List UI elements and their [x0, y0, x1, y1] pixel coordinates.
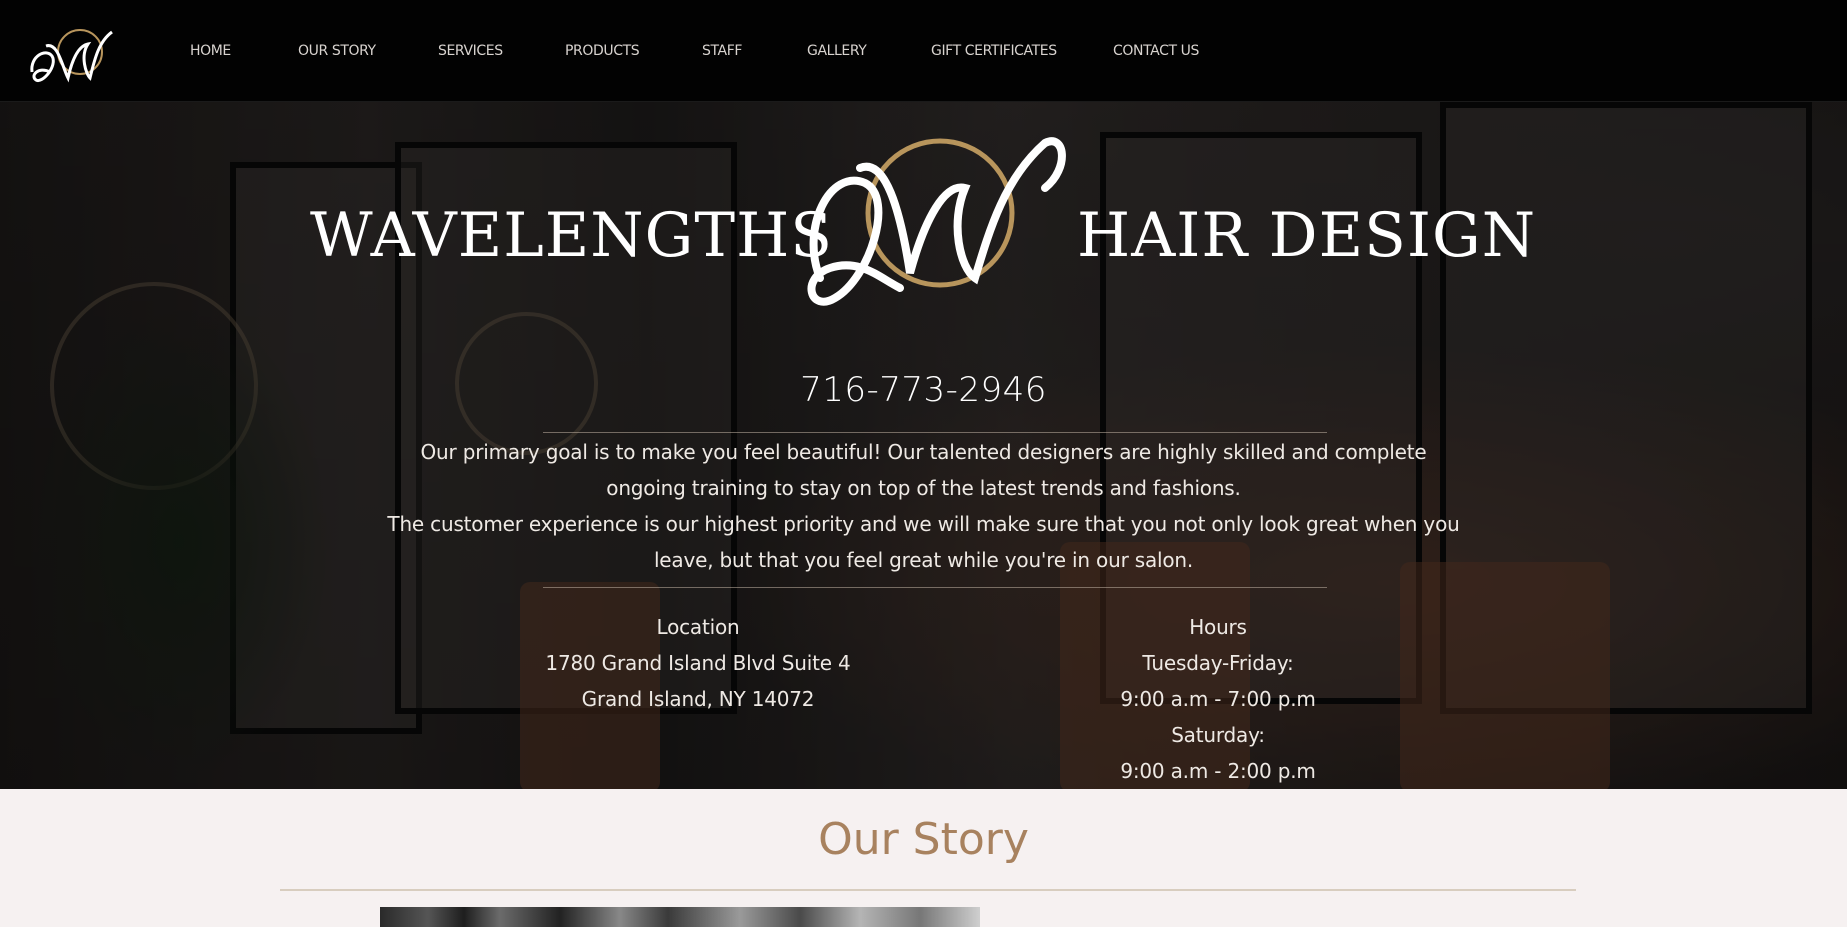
- hours-day-label: Saturday:: [1171, 723, 1265, 747]
- brand-name-right: HAIR DESIGN: [1077, 200, 1537, 271]
- top-nav: HOME OUR STORY SERVICES PRODUCTS STAFF G…: [0, 0, 1847, 102]
- hours-time: 9:00 a.m - 2:00 p.m: [1120, 759, 1316, 783]
- hours-block: Hours Tuesday-Friday: 9:00 a.m - 7:00 p.…: [1018, 609, 1418, 789]
- hours-time: 9:00 a.m - 7:00 p.m: [1120, 687, 1316, 711]
- our-story-section: Our Story: [0, 789, 1847, 927]
- brand-name-left: WAVELENGTHS: [310, 200, 834, 271]
- nav-staff-link[interactable]: STAFF: [702, 43, 807, 59]
- section-title: Our Story: [818, 814, 1029, 865]
- hero-section: WAVELENGTHS HAIR DESIGN 716-773-2946 Our…: [0, 102, 1847, 789]
- divider: [543, 432, 1327, 433]
- brand-lockup: WAVELENGTHS HAIR DESIGN: [0, 102, 1847, 402]
- nav-gallery-link[interactable]: GALLERY: [807, 43, 931, 59]
- intro-paragraph: The customer experience is our highest p…: [387, 512, 1460, 572]
- main-menu: HOME OUR STORY SERVICES PRODUCTS STAFF G…: [190, 43, 1199, 59]
- section-divider: [280, 889, 1576, 891]
- nav-home-link[interactable]: HOME: [190, 43, 298, 59]
- hours-heading: Hours: [1189, 615, 1247, 639]
- nav-our-story-link[interactable]: OUR STORY: [298, 43, 438, 59]
- wavelengths-w-logo-icon: [807, 137, 1066, 306]
- hours-day-label: Tuesday-Friday:: [1142, 651, 1294, 675]
- location-block: Location 1780 Grand Island Blvd Suite 4 …: [498, 609, 898, 717]
- address-line[interactable]: 1780 Grand Island Blvd Suite 4: [498, 645, 898, 681]
- location-heading: Location: [656, 615, 740, 639]
- intro-text: Our primary goal is to make you feel bea…: [380, 434, 1467, 578]
- nav-products-link[interactable]: PRODUCTS: [565, 43, 702, 59]
- nav-services-link[interactable]: SERVICES: [438, 43, 565, 59]
- nav-gift-certificates-link[interactable]: GIFT CERTIFICATES: [931, 43, 1113, 59]
- intro-paragraph: Our primary goal is to make you feel bea…: [420, 440, 1427, 500]
- divider: [543, 587, 1327, 588]
- wavelengths-w-monogram-icon[interactable]: [28, 26, 116, 90]
- address-line[interactable]: Grand Island, NY 14072: [498, 681, 898, 717]
- nav-contact-us-link[interactable]: CONTACT US: [1113, 43, 1199, 59]
- story-photo: [380, 907, 980, 927]
- phone-number[interactable]: 716-773-2946: [0, 370, 1847, 410]
